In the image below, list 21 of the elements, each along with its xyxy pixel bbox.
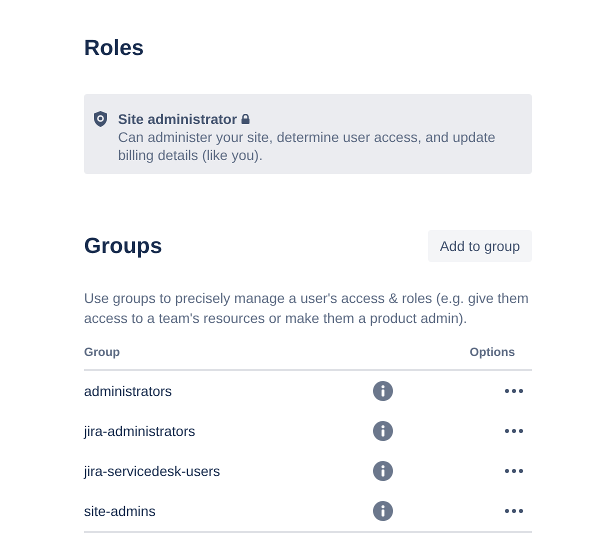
group-name: jira-servicedesk-users	[84, 462, 222, 481]
more-options-icon[interactable]	[504, 508, 524, 514]
shield-icon	[94, 111, 107, 127]
groups-description: Use groups to precisely manage a user's access & roles (e.g. give them access to a team's resources or make them a product admin).	[84, 289, 530, 328]
add-to-group-button[interactable]: Add to group	[428, 230, 532, 262]
more-options-icon[interactable]	[504, 468, 524, 474]
info-icon[interactable]	[373, 501, 393, 521]
info-icon[interactable]	[373, 461, 393, 481]
info-icon[interactable]	[373, 421, 393, 441]
group-name: site-admins	[84, 502, 157, 520]
more-options-icon[interactable]	[504, 388, 524, 394]
more-options-icon[interactable]	[504, 428, 524, 434]
info-icon[interactable]	[373, 381, 393, 401]
role-description: Can administer your site, determine user access, and update billing details (like you).	[118, 128, 496, 164]
section-title: Roles	[84, 34, 144, 62]
section-title: Groups	[84, 232, 162, 260]
group-name: jira-administrators	[84, 422, 196, 441]
column-header: Options	[468, 344, 516, 361]
group-name: administrators	[84, 382, 173, 400]
column-header: Group	[84, 344, 121, 361]
role-name: Site administrator	[118, 110, 238, 128]
